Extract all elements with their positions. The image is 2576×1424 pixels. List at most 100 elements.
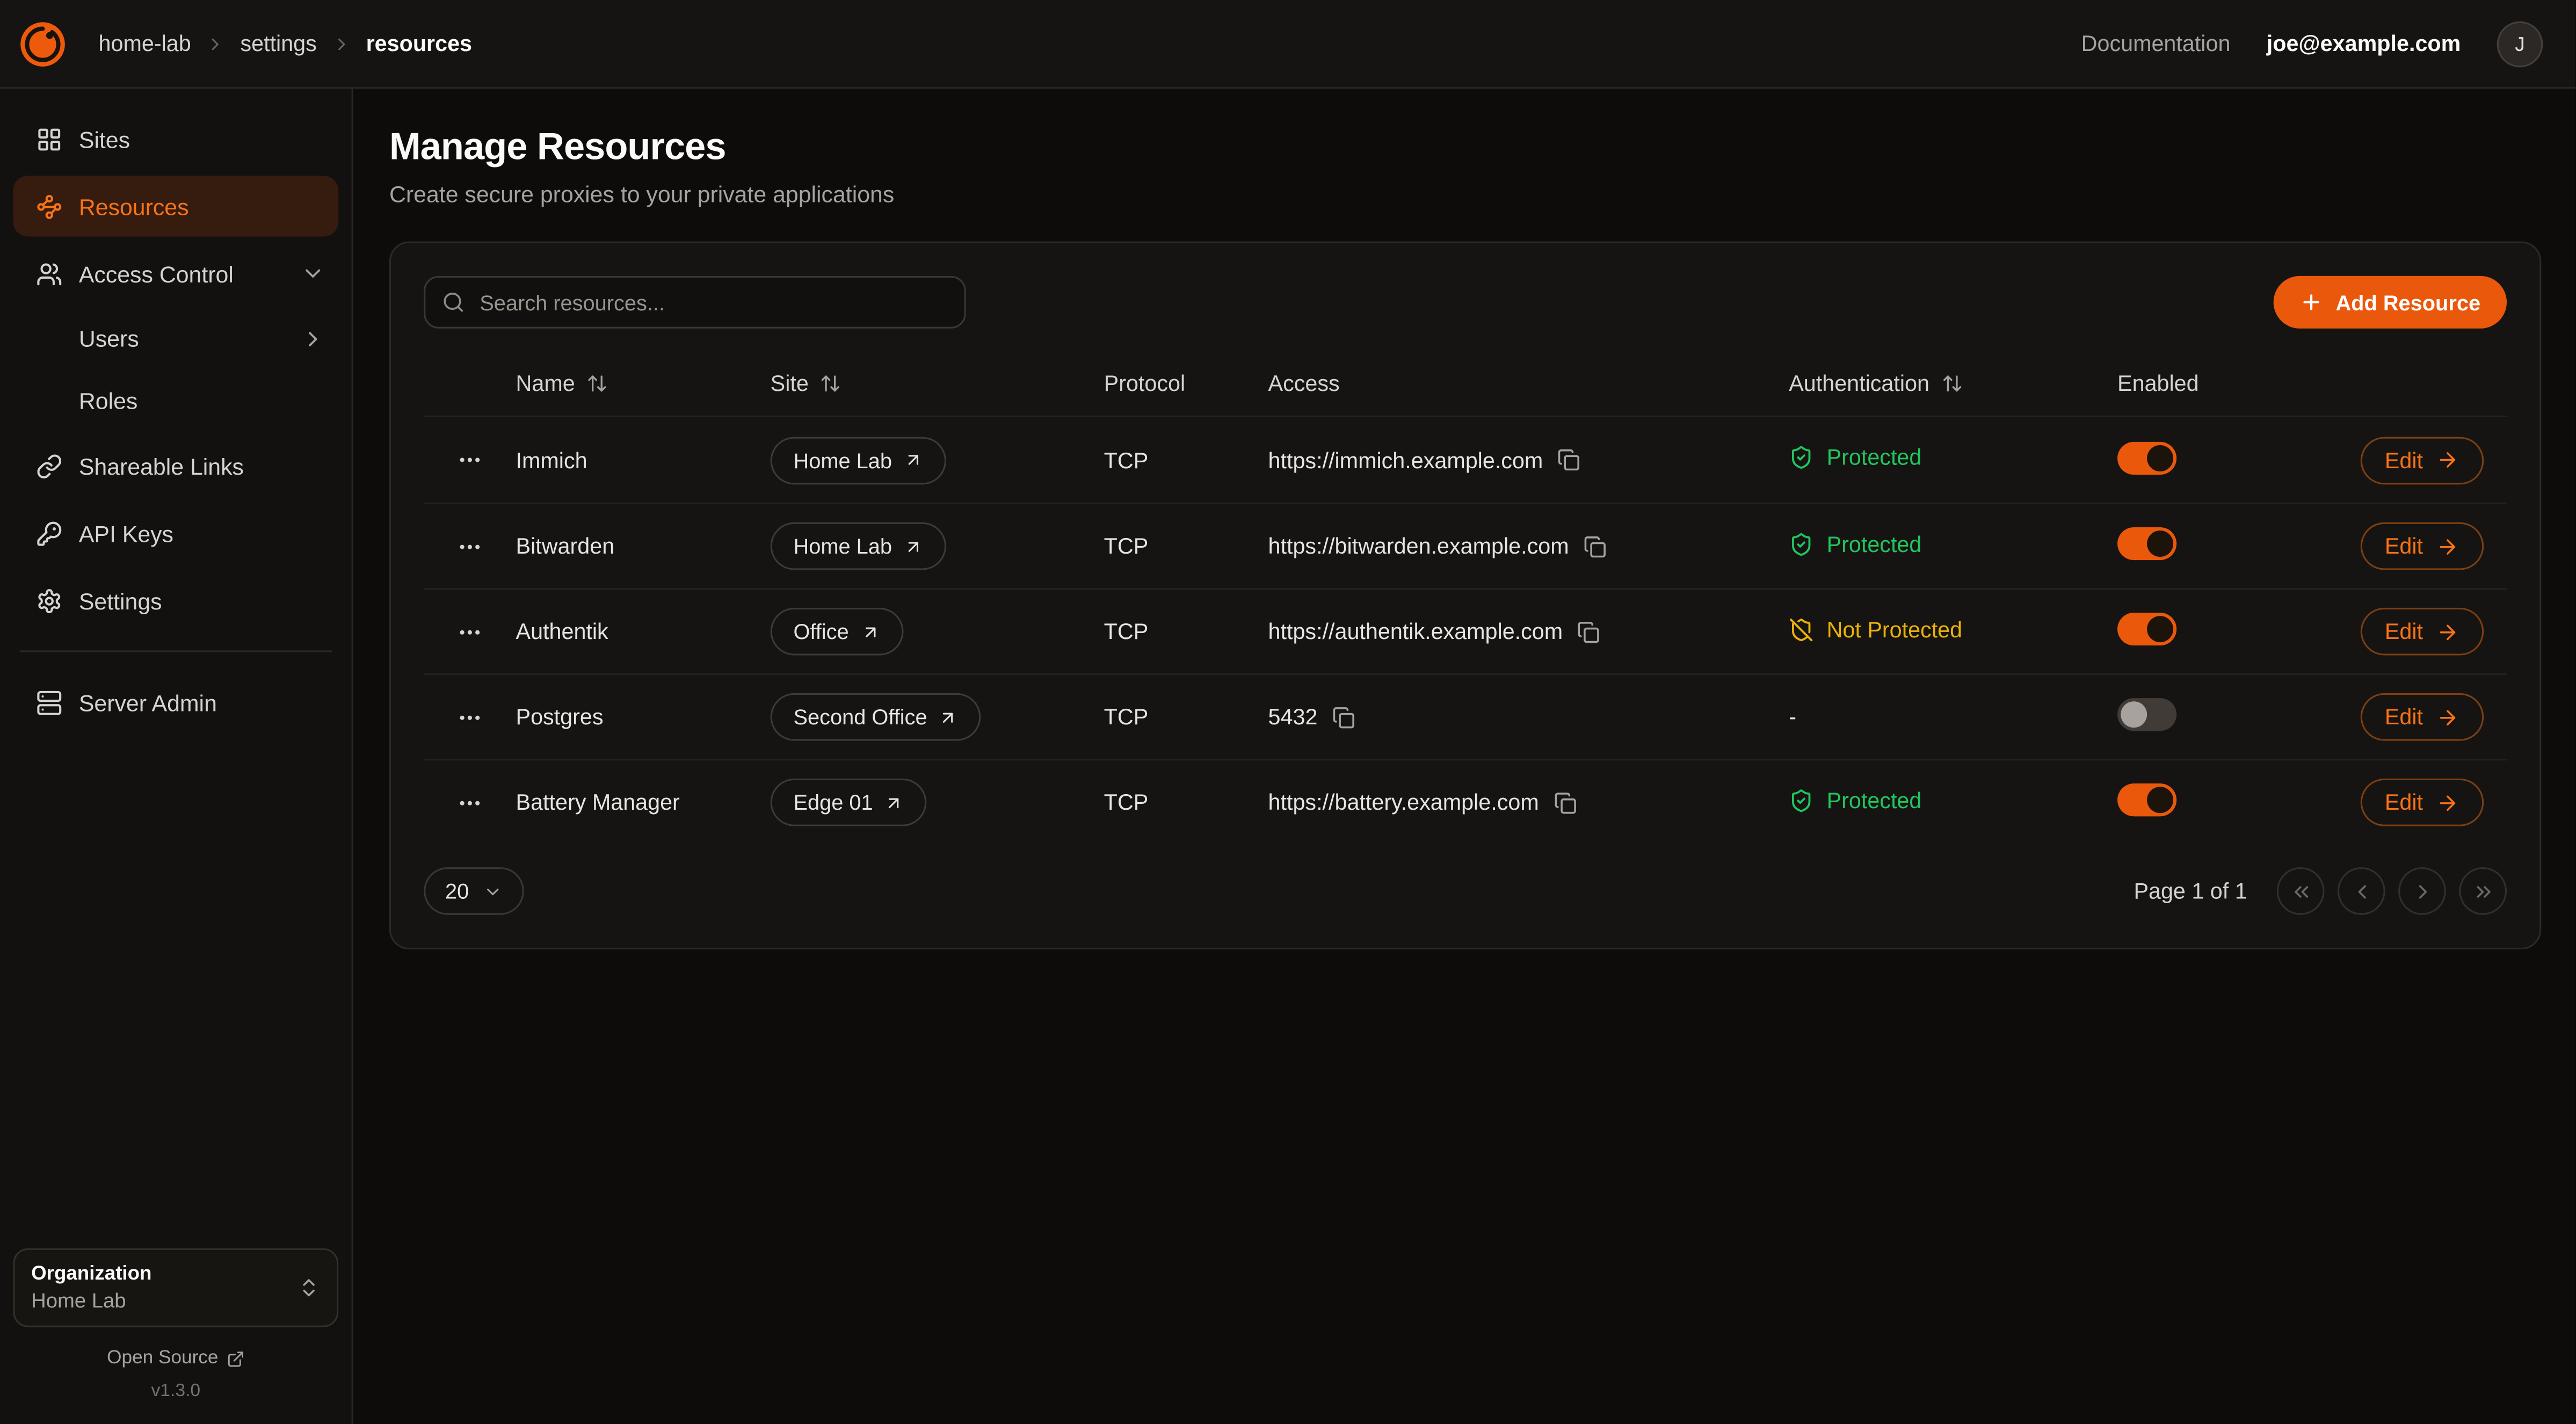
auth-label: - <box>1789 704 1796 729</box>
edit-button[interactable]: Edit <box>2360 608 2484 656</box>
sidebar-item-api-keys[interactable]: API Keys <box>13 503 338 563</box>
copy-icon <box>1578 620 1601 643</box>
row-menu-button[interactable] <box>448 695 491 738</box>
shield-check-icon <box>1789 532 1813 556</box>
sidebar-item-resources[interactable]: Resources <box>13 176 338 236</box>
ellipsis-icon <box>456 619 483 645</box>
resource-name: Authentik <box>516 619 608 644</box>
arrow-right-icon <box>2436 448 2459 471</box>
server-icon <box>36 689 62 715</box>
copy-button[interactable] <box>1554 791 1577 814</box>
search-icon <box>442 290 465 314</box>
enabled-toggle[interactable] <box>2117 698 2176 731</box>
arrow-right-icon <box>2436 535 2459 558</box>
table-footer: 20 Page 1 of 1 <box>424 867 2507 915</box>
shield-check-icon <box>1789 445 1813 470</box>
sidebar-item-access-control[interactable]: Access Control <box>13 243 338 304</box>
open-source-link[interactable]: Open Source <box>13 1348 338 1368</box>
breadcrumb-org-link[interactable]: home-lab <box>99 31 191 56</box>
site-link-button[interactable]: Home Lab <box>771 436 946 484</box>
pangolin-logo[interactable] <box>17 17 69 70</box>
add-resource-button[interactable]: Add Resource <box>2273 276 2507 329</box>
row-menu-button[interactable] <box>448 610 491 653</box>
prev-page-button[interactable] <box>2338 867 2385 915</box>
first-page-button[interactable] <box>2277 867 2325 915</box>
next-page-button[interactable] <box>2398 867 2446 915</box>
edit-button[interactable]: Edit <box>2360 693 2484 741</box>
resources-card: Add Resource Name Site Protocol Access A… <box>389 242 2541 949</box>
site-link-button[interactable]: Home Lab <box>771 522 946 570</box>
organization-label: Organization <box>31 1262 297 1288</box>
avatar[interactable]: J <box>2497 20 2543 67</box>
plus-icon <box>2299 290 2323 314</box>
edit-button[interactable]: Edit <box>2360 522 2484 570</box>
sidebar-item-server-admin[interactable]: Server Admin <box>13 672 338 732</box>
documentation-link[interactable]: Documentation <box>2081 31 2231 56</box>
sidebar-item-label: Server Admin <box>79 689 217 715</box>
app-window: home-lab settings resources Documentatio… <box>0 0 2576 1424</box>
chevrons-left-icon <box>2289 880 2312 903</box>
site-name: Office <box>793 619 848 644</box>
enabled-toggle[interactable] <box>2117 441 2176 474</box>
grid-icon <box>36 126 62 152</box>
enabled-toggle[interactable] <box>2117 527 2176 560</box>
sidebar-item-label: API Keys <box>79 520 173 546</box>
ellipsis-icon <box>456 533 483 560</box>
access-url: https://battery.example.com <box>1268 790 1539 815</box>
row-menu-button[interactable] <box>448 781 491 824</box>
external-link-icon <box>227 1349 245 1368</box>
page-size-value: 20 <box>445 879 469 904</box>
column-header-authentication: Authentication <box>1789 371 1929 396</box>
row-menu-button[interactable] <box>448 525 491 568</box>
sort-by-authentication-button[interactable]: Authentication <box>1789 371 1962 396</box>
auth-status: Protected <box>1789 445 1921 470</box>
access-url: https://bitwarden.example.com <box>1268 534 1569 558</box>
link-icon <box>36 453 62 479</box>
access-url: https://immich.example.com <box>1268 448 1543 473</box>
sidebar-item-sites[interactable]: Sites <box>13 108 338 169</box>
sidebar-item-label: Sites <box>79 126 130 152</box>
site-link-button[interactable]: Edge 01 <box>771 779 927 826</box>
toggle-knob <box>2147 444 2173 470</box>
edit-button[interactable]: Edit <box>2360 779 2484 826</box>
user-email[interactable]: joe@example.com <box>2267 31 2461 56</box>
toggle-knob <box>2147 787 2173 813</box>
toggle-knob <box>2147 531 2173 557</box>
edit-button[interactable]: Edit <box>2360 436 2484 484</box>
main-content: Manage Resources Create secure proxies t… <box>353 89 2576 1424</box>
sort-by-site-button[interactable]: Site <box>771 371 841 396</box>
page-size-select[interactable]: 20 <box>424 867 525 915</box>
open-source-label: Open Source <box>107 1348 218 1368</box>
search-input[interactable] <box>424 276 966 329</box>
resource-name: Battery Manager <box>516 790 680 815</box>
key-icon <box>36 520 62 546</box>
arrow-up-right-icon <box>884 793 904 812</box>
copy-button[interactable] <box>1584 535 1607 558</box>
site-link-button[interactable]: Second Office <box>771 693 982 741</box>
enabled-toggle[interactable] <box>2117 613 2176 645</box>
sidebar-item-label: Resources <box>79 193 189 219</box>
site-link-button[interactable]: Office <box>771 608 903 656</box>
table-row: Battery Manager Edge 01 TCP https://batt… <box>424 759 2507 844</box>
page-subtitle: Create secure proxies to your private ap… <box>389 180 2541 207</box>
row-menu-button[interactable] <box>448 439 491 482</box>
breadcrumb-settings-link[interactable]: settings <box>240 31 316 56</box>
sidebar-item-shareable-links[interactable]: Shareable Links <box>13 435 338 496</box>
auth-label: Protected <box>1827 788 1922 812</box>
sort-by-name-button[interactable]: Name <box>516 371 608 396</box>
copy-button[interactable] <box>1558 448 1581 471</box>
copy-button[interactable] <box>1332 706 1355 729</box>
sidebar-item-settings[interactable]: Settings <box>13 570 338 630</box>
organization-selector[interactable]: Organization Home Lab <box>13 1248 338 1327</box>
chevron-down-icon <box>484 881 504 901</box>
enabled-toggle[interactable] <box>2117 783 2176 816</box>
last-page-button[interactable] <box>2459 867 2507 915</box>
sidebar-item-roles[interactable]: Roles <box>13 373 338 428</box>
protocol-value: TCP <box>1104 619 1149 644</box>
sidebar-item-users[interactable]: Users <box>13 310 338 366</box>
auth-status: Protected <box>1789 532 1921 556</box>
site-name: Second Office <box>793 704 927 729</box>
arrow-right-icon <box>2436 620 2459 643</box>
copy-button[interactable] <box>1578 620 1601 643</box>
chevrons-right-icon <box>2471 880 2494 903</box>
